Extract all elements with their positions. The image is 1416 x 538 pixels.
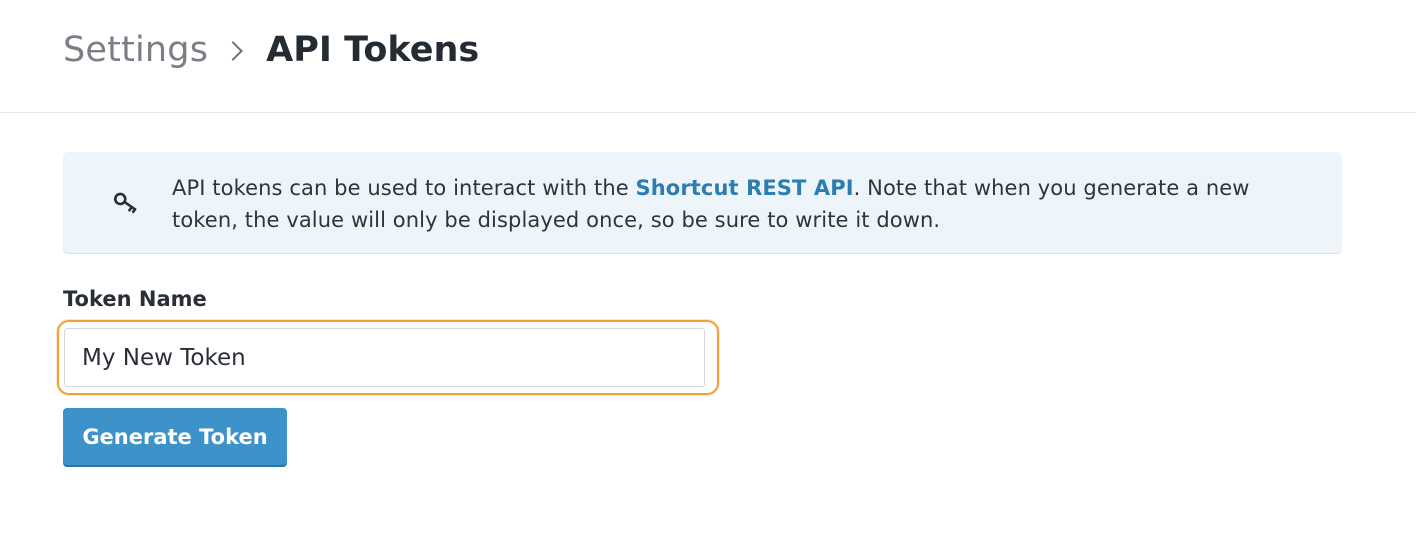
- breadcrumb: Settings API Tokens: [63, 26, 479, 74]
- key-icon: [113, 192, 137, 214]
- breadcrumb-settings-link[interactable]: Settings: [63, 30, 208, 70]
- page-header: Settings API Tokens: [0, 0, 1416, 113]
- token-name-input[interactable]: [64, 328, 705, 387]
- generate-token-button[interactable]: Generate Token: [63, 408, 287, 465]
- page-title: API Tokens: [266, 30, 480, 70]
- info-text: API tokens can be used to interact with …: [172, 172, 1302, 236]
- info-text-before: API tokens can be used to interact with …: [172, 176, 636, 200]
- shortcut-rest-api-link[interactable]: Shortcut REST API: [636, 176, 854, 200]
- token-name-focus-ring: [57, 320, 719, 395]
- token-name-label: Token Name: [63, 287, 207, 311]
- chevron-right-icon: [223, 41, 244, 61]
- info-banner: API tokens can be used to interact with …: [63, 152, 1342, 253]
